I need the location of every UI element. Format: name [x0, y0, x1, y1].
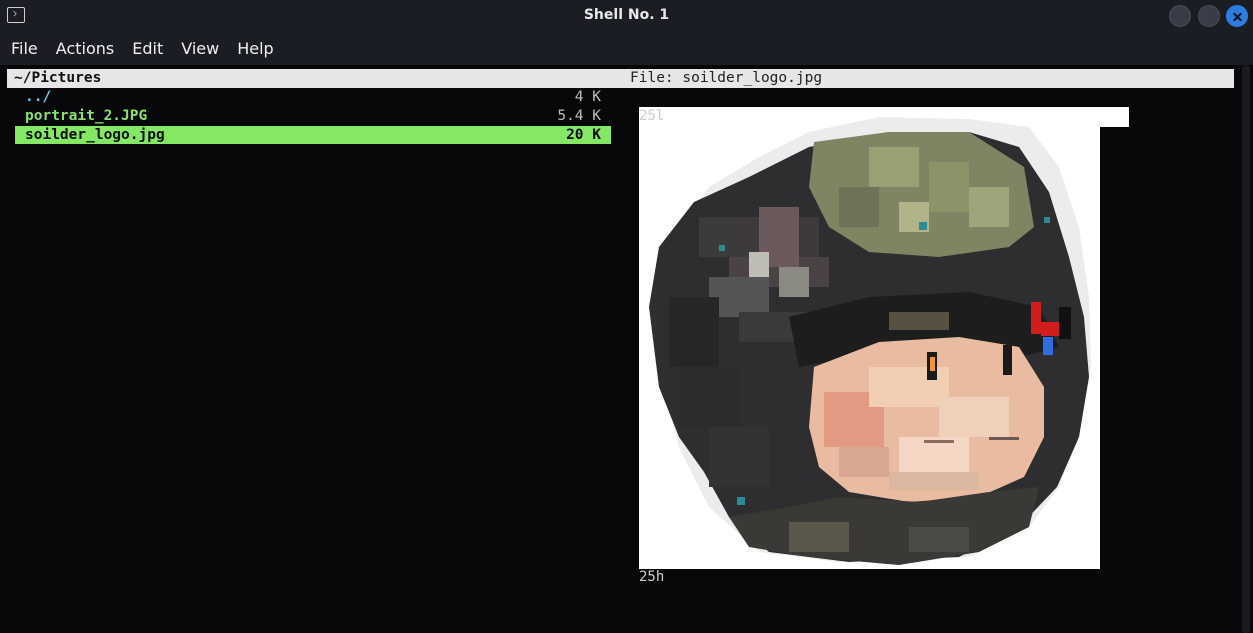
- title-bar: Shell No. 1: [0, 0, 1253, 32]
- terminal-area[interactable]: ~/Pictures File: soilder_logo.jpg ../ 4 …: [0, 65, 1253, 633]
- scrollbar[interactable]: [1241, 65, 1251, 633]
- menu-file[interactable]: File: [11, 39, 38, 58]
- menu-edit[interactable]: Edit: [132, 39, 163, 58]
- file-size: 20 K: [566, 127, 601, 143]
- menu-actions[interactable]: Actions: [56, 39, 114, 58]
- minimize-button[interactable]: [1169, 5, 1191, 27]
- menu-help[interactable]: Help: [237, 39, 273, 58]
- preview-width-label: 25l: [639, 108, 665, 124]
- file-row-parent[interactable]: ../ 4 K: [15, 88, 611, 106]
- menu-bar: File Actions Edit View Help: [0, 32, 1253, 65]
- file-name: soilder_logo.jpg: [25, 127, 165, 143]
- scroll-thumb[interactable]: [1242, 65, 1250, 633]
- file-row-portrait[interactable]: portrait_2.JPG 5.4 K: [15, 107, 611, 125]
- file-row-soilder-logo[interactable]: soilder_logo.jpg 20 K: [15, 126, 611, 144]
- selected-file-label: File: soilder_logo.jpg: [630, 70, 823, 86]
- preview-height-label: 25h: [639, 569, 665, 585]
- current-directory: ~/Pictures: [14, 70, 102, 86]
- status-row: ~/Pictures File: soilder_logo.jpg: [7, 69, 1234, 88]
- soldier-helmet-pixel-art: [649, 117, 1091, 565]
- file-size: 4 K: [574, 89, 601, 105]
- maximize-button[interactable]: [1198, 5, 1220, 27]
- file-size: 5.4 K: [557, 108, 601, 124]
- file-name: ../: [25, 89, 52, 105]
- close-button[interactable]: [1226, 5, 1248, 27]
- window-title: Shell No. 1: [583, 7, 670, 23]
- menu-view[interactable]: View: [181, 39, 219, 58]
- file-name: portrait_2.JPG: [25, 108, 148, 124]
- image-preview: [639, 107, 1129, 569]
